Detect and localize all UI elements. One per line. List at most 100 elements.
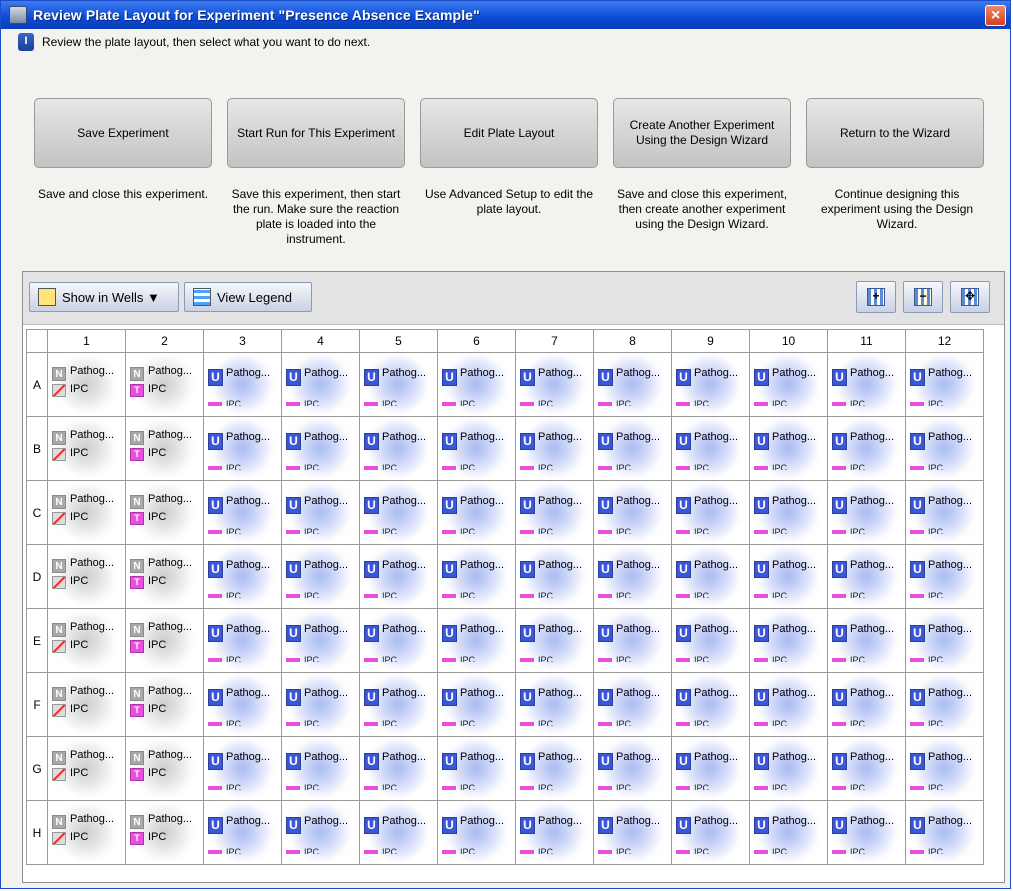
plate-well[interactable]: U Pathog... IPC <box>437 672 516 737</box>
plate-well[interactable]: U Pathog... IPC <box>827 352 906 417</box>
plate-well[interactable]: U Pathog... IPC <box>827 608 906 673</box>
plate-well[interactable]: U Pathog... IPC <box>749 544 828 609</box>
plate-well[interactable]: U Pathog... IPC <box>905 544 984 609</box>
zoom-in-button[interactable]: + <box>856 281 896 313</box>
zoom-out-button[interactable]: − <box>903 281 943 313</box>
plate-well[interactable]: U Pathog... IPC <box>437 544 516 609</box>
save-experiment-button[interactable]: Save Experiment <box>34 98 212 168</box>
fit-to-screen-button[interactable]: ✥ <box>950 281 990 313</box>
plate-well[interactable]: U Pathog... IPC <box>827 800 906 865</box>
plate-well[interactable]: N Pathog... T IPC <box>125 672 204 737</box>
plate-well[interactable]: U Pathog... IPC <box>749 480 828 545</box>
plate-well[interactable]: U Pathog... IPC <box>515 800 594 865</box>
start-run-button[interactable]: Start Run for This Experiment <box>227 98 405 168</box>
plate-well[interactable]: U Pathog... IPC <box>593 544 672 609</box>
plate-well[interactable]: U Pathog... IPC <box>905 480 984 545</box>
plate-well[interactable]: U Pathog... IPC <box>359 352 438 417</box>
close-button[interactable]: × <box>985 4 1006 26</box>
plate-well[interactable]: U Pathog... IPC <box>905 736 984 801</box>
plate-well[interactable]: U Pathog... IPC <box>749 672 828 737</box>
plate-well[interactable]: U Pathog... IPC <box>515 544 594 609</box>
plate-well[interactable]: U Pathog... IPC <box>437 352 516 417</box>
view-legend-button[interactable]: View Legend <box>184 282 312 312</box>
plate-well[interactable]: U Pathog... IPC <box>671 800 750 865</box>
plate-well[interactable]: U Pathog... IPC <box>359 608 438 673</box>
plate-well[interactable]: U Pathog... IPC <box>827 416 906 481</box>
plate-well[interactable]: U Pathog... IPC <box>905 672 984 737</box>
plate-well[interactable]: U Pathog... IPC <box>671 416 750 481</box>
plate-well[interactable]: U Pathog... IPC <box>827 544 906 609</box>
plate-well[interactable]: U Pathog... IPC <box>671 608 750 673</box>
plate-well[interactable]: U Pathog... IPC <box>515 736 594 801</box>
plate-well[interactable]: U Pathog... IPC <box>905 608 984 673</box>
plate-well[interactable]: U Pathog... IPC <box>593 608 672 673</box>
plate-well[interactable]: U Pathog... IPC <box>437 736 516 801</box>
plate-well[interactable]: U Pathog... IPC <box>281 800 360 865</box>
plate-well[interactable]: U Pathog... IPC <box>203 800 282 865</box>
plate-well[interactable]: U Pathog... IPC <box>515 480 594 545</box>
plate-well[interactable]: N Pathog... IPC <box>47 800 126 865</box>
plate-well[interactable]: U Pathog... IPC <box>281 416 360 481</box>
plate-well[interactable]: U Pathog... IPC <box>359 736 438 801</box>
plate-well[interactable]: N Pathog... IPC <box>47 544 126 609</box>
plate-well[interactable]: U Pathog... IPC <box>437 800 516 865</box>
plate-well[interactable]: U Pathog... IPC <box>515 352 594 417</box>
plate-well[interactable]: U Pathog... IPC <box>671 352 750 417</box>
plate-well[interactable]: U Pathog... IPC <box>281 672 360 737</box>
plate-well[interactable]: U Pathog... IPC <box>515 416 594 481</box>
plate-well[interactable]: N Pathog... IPC <box>47 672 126 737</box>
plate-well[interactable]: U Pathog... IPC <box>593 480 672 545</box>
plate-well[interactable]: U Pathog... IPC <box>359 544 438 609</box>
plate-well[interactable]: U Pathog... IPC <box>827 672 906 737</box>
plate-well[interactable]: N Pathog... T IPC <box>125 608 204 673</box>
plate-well[interactable]: U Pathog... IPC <box>671 544 750 609</box>
plate-well[interactable]: U Pathog... IPC <box>593 672 672 737</box>
plate-well[interactable]: U Pathog... IPC <box>437 608 516 673</box>
plate-well[interactable]: U Pathog... IPC <box>359 672 438 737</box>
plate-well[interactable]: U Pathog... IPC <box>905 800 984 865</box>
plate-well[interactable]: U Pathog... IPC <box>905 416 984 481</box>
plate-well[interactable]: U Pathog... IPC <box>749 800 828 865</box>
plate-well[interactable]: N Pathog... IPC <box>47 416 126 481</box>
plate-well[interactable]: U Pathog... IPC <box>203 672 282 737</box>
plate-well[interactable]: U Pathog... IPC <box>593 800 672 865</box>
plate-well[interactable]: U Pathog... IPC <box>203 608 282 673</box>
plate-well[interactable]: U Pathog... IPC <box>203 352 282 417</box>
plate-well[interactable]: U Pathog... IPC <box>281 480 360 545</box>
plate-well[interactable]: U Pathog... IPC <box>593 416 672 481</box>
plate-well[interactable]: U Pathog... IPC <box>203 736 282 801</box>
plate-well[interactable]: U Pathog... IPC <box>515 608 594 673</box>
plate-well[interactable]: N Pathog... IPC <box>47 480 126 545</box>
plate-well[interactable]: N Pathog... T IPC <box>125 352 204 417</box>
plate-well[interactable]: U Pathog... IPC <box>671 480 750 545</box>
plate-well[interactable]: U Pathog... IPC <box>359 480 438 545</box>
plate-well[interactable]: N Pathog... T IPC <box>125 480 204 545</box>
plate-well[interactable]: U Pathog... IPC <box>905 352 984 417</box>
plate-well[interactable]: U Pathog... IPC <box>749 352 828 417</box>
plate-well[interactable]: U Pathog... IPC <box>281 544 360 609</box>
plate-well[interactable]: U Pathog... IPC <box>671 672 750 737</box>
plate-well[interactable]: N Pathog... IPC <box>47 608 126 673</box>
plate-well[interactable]: U Pathog... IPC <box>671 736 750 801</box>
plate-well[interactable]: U Pathog... IPC <box>749 608 828 673</box>
plate-well[interactable]: N Pathog... T IPC <box>125 800 204 865</box>
plate-well[interactable]: U Pathog... IPC <box>593 736 672 801</box>
plate-well[interactable]: U Pathog... IPC <box>593 352 672 417</box>
plate-well[interactable]: U Pathog... IPC <box>203 480 282 545</box>
return-to-wizard-button[interactable]: Return to the Wizard <box>806 98 984 168</box>
plate-well[interactable]: U Pathog... IPC <box>281 736 360 801</box>
plate-well[interactable]: N Pathog... T IPC <box>125 544 204 609</box>
plate-well[interactable]: U Pathog... IPC <box>827 736 906 801</box>
plate-well[interactable]: N Pathog... IPC <box>47 352 126 417</box>
plate-well[interactable]: U Pathog... IPC <box>281 352 360 417</box>
plate-well[interactable]: N Pathog... T IPC <box>125 416 204 481</box>
create-another-experiment-button[interactable]: Create Another Experiment Using the Desi… <box>613 98 791 168</box>
plate-well[interactable]: N Pathog... IPC <box>47 736 126 801</box>
plate-well[interactable]: U Pathog... IPC <box>203 416 282 481</box>
plate-well[interactable]: U Pathog... IPC <box>203 544 282 609</box>
plate-well[interactable]: U Pathog... IPC <box>749 736 828 801</box>
plate-well[interactable]: U Pathog... IPC <box>359 416 438 481</box>
plate-well[interactable]: N Pathog... T IPC <box>125 736 204 801</box>
plate-well[interactable]: U Pathog... IPC <box>827 480 906 545</box>
show-in-wells-dropdown[interactable]: Show in Wells ▼ <box>29 282 179 312</box>
